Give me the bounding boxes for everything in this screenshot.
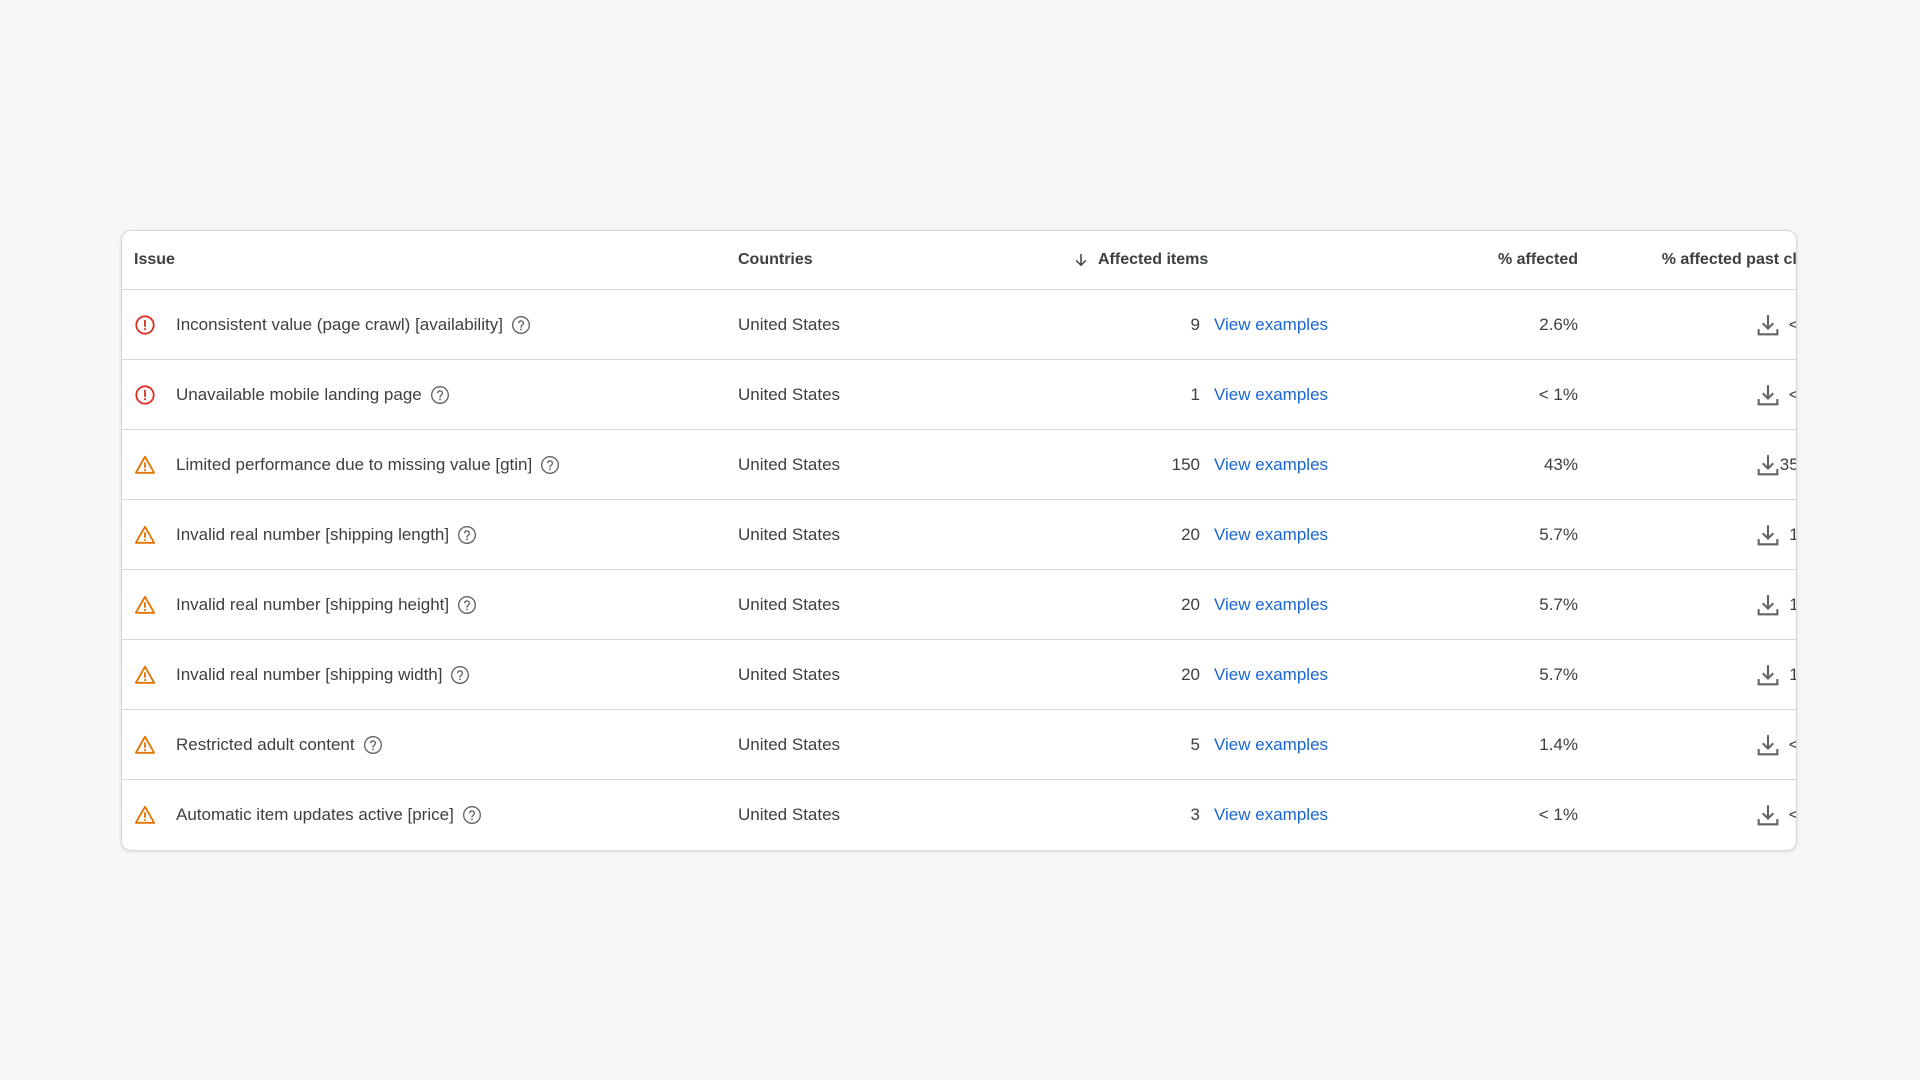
warning-triangle-icon (134, 664, 156, 686)
issue-name: Unavailable mobile landing page (176, 384, 422, 404)
country-cell: United States (738, 594, 841, 614)
warning-triangle-icon (134, 734, 156, 756)
column-header-countries[interactable]: Countries (738, 231, 813, 289)
country-cell: United States (738, 664, 841, 684)
issue-name: Limited performance due to missing value… (176, 454, 533, 474)
view-examples-link[interactable]: View examples (1214, 570, 1328, 639)
download-button[interactable] (1748, 430, 1788, 499)
view-examples-link[interactable]: View examples (1214, 290, 1328, 359)
warning-triangle-icon (134, 524, 156, 546)
download-button[interactable] (1748, 640, 1788, 709)
view-examples-link[interactable]: View examples (1214, 780, 1328, 849)
help-icon[interactable] (450, 665, 470, 685)
issue-name: Invalid real number [shipping width] (176, 664, 443, 684)
issue-name: Invalid real number [shipping length] (176, 524, 450, 544)
affected-items-count: 1 (1190, 384, 1200, 404)
country-cell: United States (738, 734, 841, 754)
table-row: Invalid real number [shipping length] Un… (122, 499, 1796, 569)
affected-items-count: 20 (1181, 594, 1200, 614)
view-examples-link[interactable]: View examples (1214, 710, 1328, 779)
error-circle-icon (134, 384, 156, 406)
pct-affected-cell: 1.4% (1539, 734, 1578, 754)
issue-name: Automatic item updates active [price] (176, 804, 454, 824)
warning-triangle-icon (134, 594, 156, 616)
table-row: Limited performance due to missing value… (122, 429, 1796, 499)
view-examples-link[interactable]: View examples (1214, 360, 1328, 429)
help-icon[interactable] (457, 525, 477, 545)
download-icon[interactable] (1754, 661, 1782, 689)
country-cell: United States (738, 314, 841, 334)
sort-descending-icon[interactable] (1072, 251, 1090, 269)
table-row: Invalid real number [shipping height] Un… (122, 569, 1796, 639)
help-icon[interactable] (430, 385, 450, 405)
issue-cell: Unavailable mobile landing page (134, 360, 450, 429)
download-icon[interactable] (1754, 801, 1782, 829)
affected-items-count: 9 (1190, 314, 1200, 334)
issue-cell: Restricted adult content (134, 710, 383, 779)
view-examples-link[interactable]: View examples (1214, 430, 1328, 499)
table-row: Unavailable mobile landing page United S… (122, 359, 1796, 429)
warning-triangle-icon (134, 804, 156, 826)
issue-cell: Invalid real number [shipping height] (134, 570, 477, 639)
issue-name: Invalid real number [shipping height] (176, 594, 450, 614)
download-icon[interactable] (1754, 451, 1782, 479)
warning-triangle-icon (134, 454, 156, 476)
affected-items-count: 20 (1181, 524, 1200, 544)
column-header-pct-affected[interactable]: % affected (1382, 231, 1578, 289)
help-icon[interactable] (462, 805, 482, 825)
view-examples-link[interactable]: View examples (1214, 640, 1328, 709)
affected-items-count: 5 (1190, 734, 1200, 754)
download-icon[interactable] (1754, 591, 1782, 619)
table-body: Inconsistent value (page crawl) [availab… (122, 289, 1796, 849)
download-button[interactable] (1748, 780, 1788, 849)
view-examples-link[interactable]: View examples (1214, 500, 1328, 569)
download-button[interactable] (1748, 290, 1788, 359)
issue-cell: Limited performance due to missing value… (134, 430, 560, 499)
help-icon[interactable] (540, 455, 560, 475)
table-row: Restricted adult content United States 5… (122, 709, 1796, 779)
table-row: Automatic item updates active [price] Un… (122, 779, 1796, 849)
pct-affected-cell: < 1% (1538, 384, 1578, 404)
help-icon[interactable] (457, 595, 477, 615)
download-button[interactable] (1748, 360, 1788, 429)
issue-cell: Automatic item updates active [price] (134, 780, 482, 849)
issue-cell: Invalid real number [shipping width] (134, 640, 470, 709)
download-button[interactable] (1748, 570, 1788, 639)
column-header-affected-items[interactable]: Affected items (1072, 231, 1208, 289)
country-cell: United States (738, 454, 841, 474)
pct-affected-cell: 5.7% (1539, 664, 1578, 684)
issues-table: Issue Countries Affected items % affecte… (121, 230, 1797, 851)
download-icon[interactable] (1754, 311, 1782, 339)
table-row: Invalid real number [shipping width] Uni… (122, 639, 1796, 709)
pct-affected-cell: 2.6% (1539, 314, 1578, 334)
country-cell: United States (738, 384, 841, 404)
column-header-affected-items-label: Affected items (1098, 251, 1209, 268)
issue-cell: Invalid real number [shipping length] (134, 500, 477, 569)
pct-affected-cell: 43% (1543, 454, 1578, 474)
country-cell: United States (738, 804, 841, 824)
issue-name: Inconsistent value (page crawl) [availab… (176, 314, 503, 334)
issue-name: Restricted adult content (176, 734, 355, 754)
issue-cell: Inconsistent value (page crawl) [availab… (134, 290, 531, 359)
affected-items-count: 150 (1171, 454, 1200, 474)
pct-affected-cell: < 1% (1538, 804, 1578, 824)
table-header: Issue Countries Affected items % affecte… (122, 231, 1796, 289)
download-icon[interactable] (1754, 381, 1782, 409)
affected-items-count: 20 (1181, 664, 1200, 684)
country-cell: United States (738, 524, 841, 544)
column-header-pct-affected-past-clicks[interactable]: % affected past clicks (1602, 231, 1796, 289)
download-button[interactable] (1748, 500, 1788, 569)
affected-items-count: 3 (1190, 804, 1200, 824)
error-circle-icon (134, 314, 156, 336)
download-icon[interactable] (1754, 731, 1782, 759)
pct-affected-cell: 5.7% (1539, 524, 1578, 544)
help-icon[interactable] (511, 315, 531, 335)
column-header-issue[interactable]: Issue (134, 231, 175, 289)
download-button[interactable] (1748, 710, 1788, 779)
download-icon[interactable] (1754, 521, 1782, 549)
table-row: Inconsistent value (page crawl) [availab… (122, 289, 1796, 359)
pct-affected-cell: 5.7% (1539, 594, 1578, 614)
help-icon[interactable] (363, 735, 383, 755)
